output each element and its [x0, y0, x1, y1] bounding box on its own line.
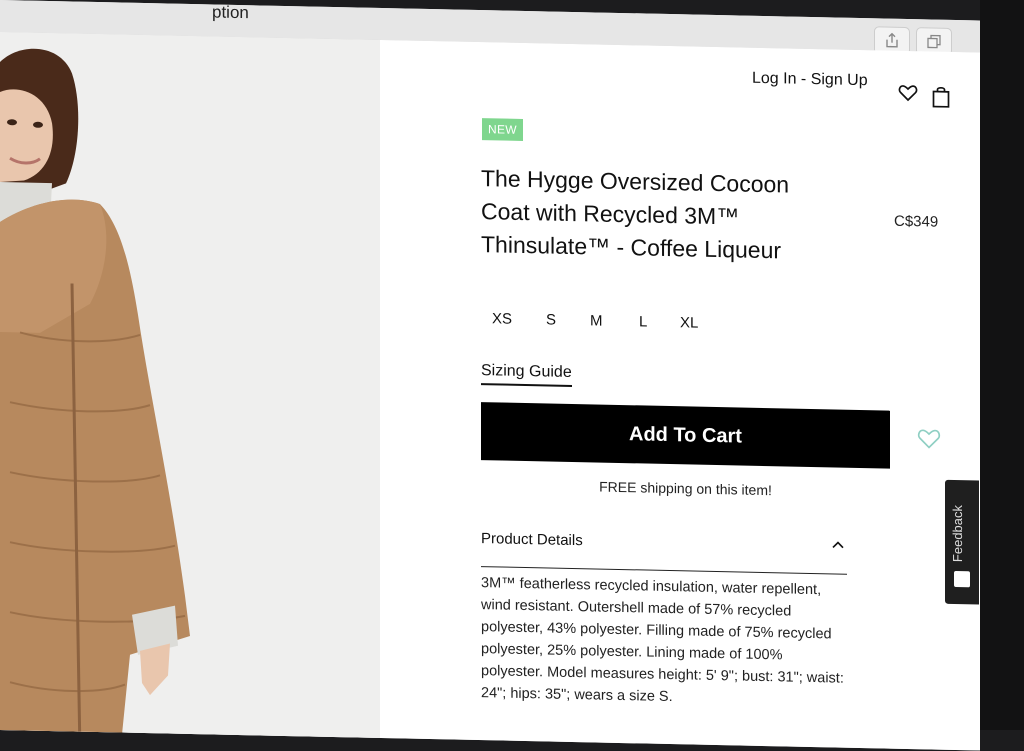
feedback-icon: [954, 570, 970, 588]
product-details-title: Product Details: [481, 530, 583, 550]
product-title: The Hygge Oversized Cocoon Coat with Rec…: [481, 165, 790, 264]
device-bezel: [980, 0, 1024, 730]
login-signup-link[interactable]: Log In - Sign Up: [752, 70, 868, 90]
size-option-m[interactable]: M: [590, 312, 603, 329]
chevron-up-icon[interactable]: [831, 537, 845, 551]
model-image: [0, 32, 380, 751]
browser-tab-title[interactable]: ption: [212, 2, 249, 23]
size-option-xs[interactable]: XS: [492, 310, 512, 327]
heart-outline-icon[interactable]: [917, 427, 941, 450]
size-option-xl[interactable]: XL: [680, 314, 698, 331]
new-badge: NEW: [482, 118, 523, 141]
shopping-bag-icon[interactable]: [932, 86, 950, 108]
add-to-cart-button[interactable]: Add To Cart: [481, 402, 890, 469]
product-photo: [0, 32, 380, 751]
free-shipping-note: FREE shipping on this item!: [599, 478, 772, 499]
size-option-l[interactable]: L: [639, 313, 647, 330]
product-panel: Log In - Sign Up NEW The Hygge Oversized…: [380, 39, 980, 751]
browser-screen: ption +: [0, 0, 980, 751]
product-details-text: 3M™ featherless recycled insulation, wat…: [481, 575, 844, 706]
feedback-tab[interactable]: Feedback: [945, 479, 979, 605]
product-details-accordion[interactable]: Product Details: [481, 526, 847, 575]
sizing-guide-link[interactable]: Sizing Guide: [481, 362, 572, 387]
feedback-label: Feedback: [950, 504, 966, 563]
size-option-s[interactable]: S: [546, 311, 556, 328]
heart-icon[interactable]: [898, 83, 918, 103]
product-price: C$349: [894, 212, 939, 231]
